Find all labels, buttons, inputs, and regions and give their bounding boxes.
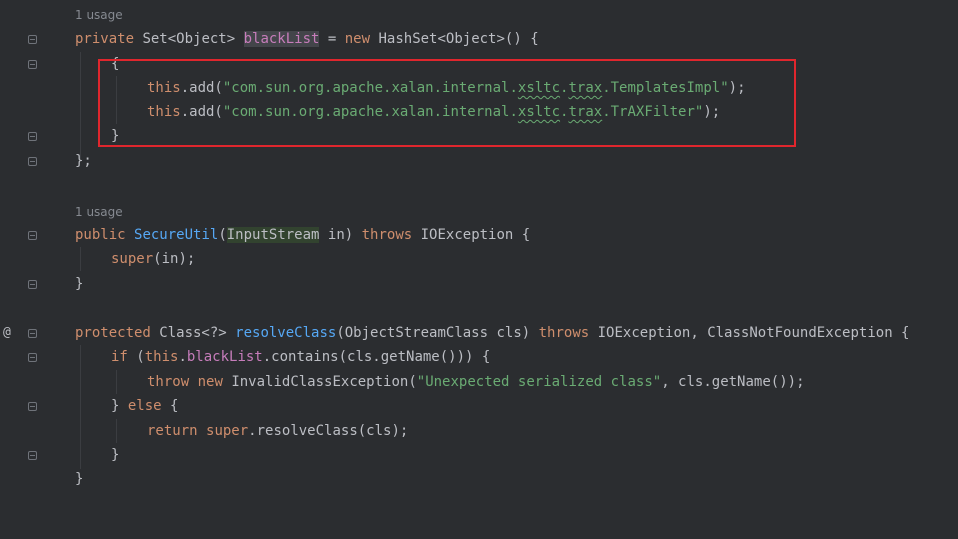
code-text: return super.resolveClass(cls); [147, 423, 409, 439]
code-line: } [0, 272, 958, 296]
code-text: super(in); [111, 251, 196, 267]
usage-hint[interactable]: 1 usage [75, 200, 123, 224]
code-line: super(in); [0, 247, 958, 271]
code-text: } else { [111, 398, 179, 414]
code-text: throw new InvalidClassException("Unexpec… [147, 374, 805, 390]
fold-toggle-icon[interactable] [28, 132, 37, 141]
code-line: } else { [0, 394, 958, 418]
code-line: return super.resolveClass(cls); [0, 419, 958, 443]
code-line: }; [0, 149, 958, 173]
code-line: @ protected Class<?> resolveClass(Object… [0, 321, 958, 345]
code-line: } [0, 467, 958, 491]
fold-toggle-icon[interactable] [28, 402, 37, 411]
code-line: } [0, 443, 958, 467]
code-line: private Set<Object> blackList = new Hash… [0, 27, 958, 51]
highlight-annotation-box [98, 59, 796, 147]
code-text: }; [75, 153, 92, 169]
code-text: } [75, 276, 84, 292]
code-text: } [75, 471, 84, 487]
fold-toggle-icon[interactable] [28, 280, 37, 289]
fold-toggle-icon[interactable] [28, 35, 37, 44]
code-line: if (this.blackList.contains(cls.getName(… [0, 345, 958, 369]
code-editor[interactable]: 1 usage private Set<Object> blackList = … [0, 0, 958, 487]
code-text: protected Class<?> resolveClass(ObjectSt… [75, 325, 910, 341]
code-line: public SecureUtil(InputStream in) throws… [0, 223, 958, 247]
code-text: public SecureUtil(InputStream in) throws… [75, 227, 531, 243]
override-icon[interactable]: @ [3, 321, 11, 345]
fold-toggle-icon[interactable] [28, 329, 37, 338]
fold-toggle-icon[interactable] [28, 353, 37, 362]
fold-toggle-icon[interactable] [28, 157, 37, 166]
fold-toggle-icon[interactable] [28, 60, 37, 69]
fold-toggle-icon[interactable] [28, 451, 37, 460]
code-line: throw new InvalidClassException("Unexpec… [0, 370, 958, 394]
code-text: private Set<Object> blackList = new Hash… [75, 31, 539, 47]
usage-hint-row: 1 usage [0, 200, 958, 224]
fold-toggle-icon[interactable] [28, 231, 37, 240]
code-text: } [111, 447, 120, 463]
field-blacklist: blackList [243, 31, 320, 47]
code-text: if (this.blackList.contains(cls.getName(… [111, 349, 491, 365]
usage-hint[interactable]: 1 usage [75, 3, 123, 27]
usage-hint-row: 1 usage [0, 3, 958, 27]
